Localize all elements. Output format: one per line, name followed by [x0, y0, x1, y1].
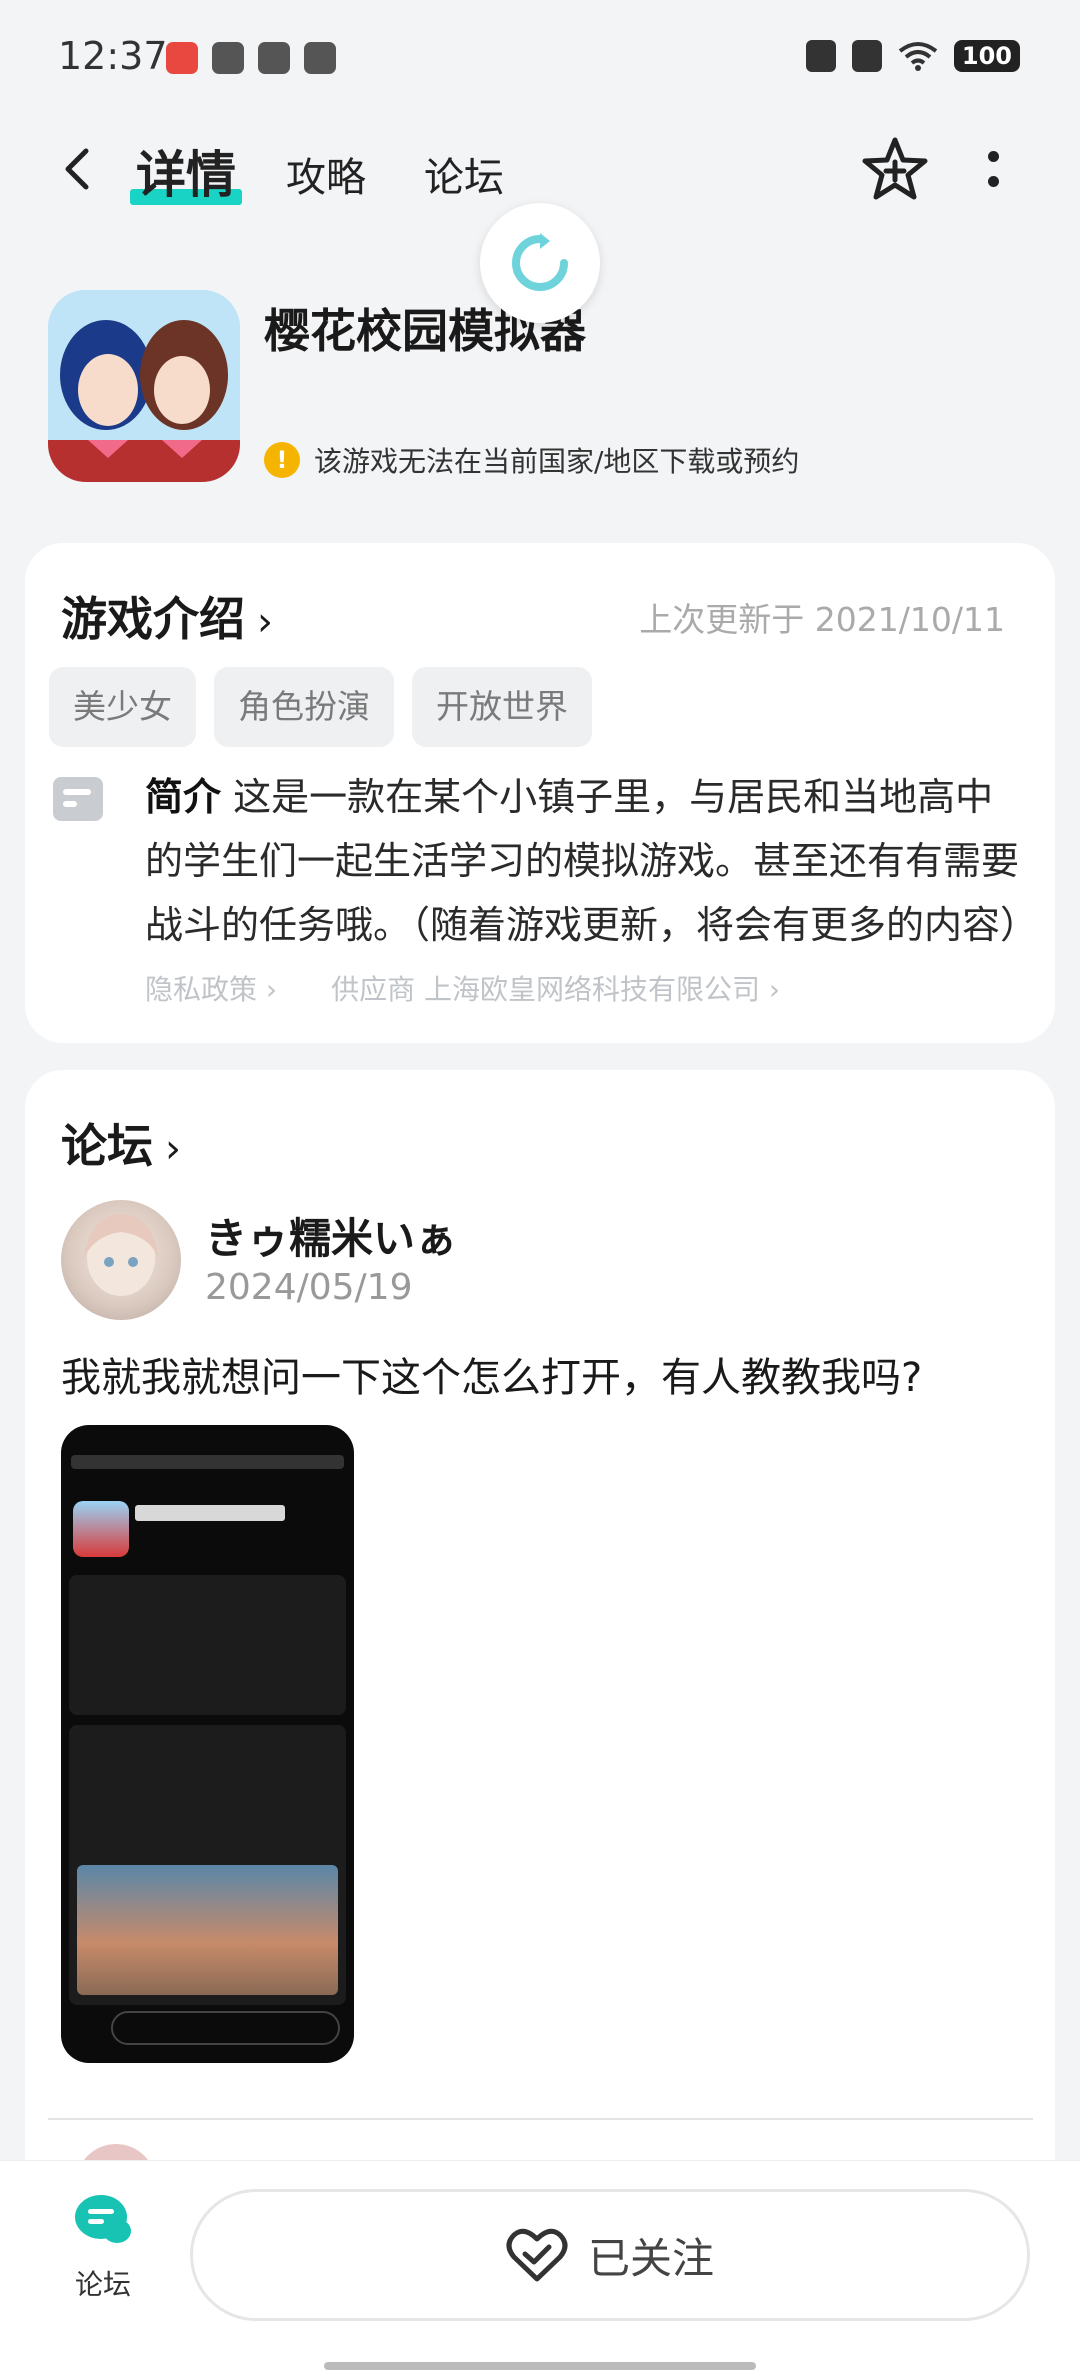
notification-icons: [166, 42, 336, 74]
star-plus-icon[interactable]: [860, 135, 930, 205]
privacy-policy-link[interactable]: 隐私政策 ›: [145, 968, 277, 1008]
forum-tab-button[interactable]: 论坛: [58, 2191, 148, 2303]
bottom-action-bar: 论坛 已关注: [0, 2160, 1080, 2376]
follow-button[interactable]: 已关注: [190, 2189, 1030, 2321]
post-image[interactable]: [61, 1425, 354, 2063]
game-intro-card: 游戏介绍 › 上次更新于 2021/10/11 美少女 角色扮演 开放世界 简介 …: [25, 543, 1055, 1043]
status-bar: 12:37 100: [0, 0, 1080, 115]
chevron-right-icon: ›: [257, 599, 273, 645]
back-arrow-icon[interactable]: [56, 145, 104, 193]
post-date: 2024/05/19: [205, 1267, 413, 1308]
app-notification-icon: [166, 42, 198, 74]
tab-forum[interactable]: 论坛: [424, 145, 504, 203]
post-author[interactable]: きゥ糯米いぁ: [205, 1205, 457, 1266]
system-icons: 100: [805, 40, 1020, 72]
more-vertical-icon[interactable]: [986, 151, 1000, 195]
battery-icon: 100: [953, 40, 1020, 72]
bear-notification-icon: [212, 42, 244, 74]
game-description[interactable]: 简介 这是一款在某个小镇子里，与居民和当地高中的学生们一起生活学习的模拟游戏。甚…: [145, 765, 1025, 957]
tag-list: 美少女 角色扮演 开放世界: [49, 667, 592, 747]
intro-links: 隐私政策 › 供应商 上海欧皇网络科技有限公司 ›: [145, 968, 780, 1008]
intro-title: 游戏介绍: [61, 592, 245, 646]
tab-details[interactable]: 详情: [130, 135, 242, 207]
status-time: 12:37: [58, 34, 168, 78]
tag-item[interactable]: 角色扮演: [214, 667, 394, 747]
tag-item[interactable]: 开放世界: [412, 667, 592, 747]
game-icon: [48, 290, 240, 482]
region-notice: ! 该游戏无法在当前国家/地区下载或预约: [264, 440, 799, 480]
tag-item[interactable]: 美少女: [49, 667, 196, 747]
post-text[interactable]: 我就我就想问一下这个怎么打开，有人教教我吗?: [61, 1345, 922, 1403]
leaf-notification-icon: [258, 42, 290, 74]
info-icon: !: [264, 442, 300, 478]
intro-section-header[interactable]: 游戏介绍 ›: [61, 583, 273, 649]
forum-title: 论坛: [61, 1119, 153, 1173]
supplier-link[interactable]: 供应商 上海欧皇网络科技有限公司 ›: [331, 968, 780, 1008]
avatar[interactable]: [61, 1200, 181, 1320]
post-divider: [48, 2118, 1033, 2120]
chevron-right-icon: ›: [165, 1126, 181, 1172]
refresh-button[interactable]: [480, 203, 600, 323]
description-icon: [53, 777, 103, 821]
region-notice-text: 该游戏无法在当前国家/地区下载或预约: [314, 445, 800, 478]
chat-bubble-icon: [75, 2195, 131, 2243]
update-time: 上次更新于 2021/10/11: [639, 600, 1005, 639]
wifi-icon: [898, 42, 938, 71]
tab-guides[interactable]: 攻略: [286, 145, 366, 203]
refresh-icon: [512, 233, 568, 291]
description-label: 简介: [145, 775, 222, 819]
forum-section-header[interactable]: 论坛 ›: [61, 1110, 181, 1176]
home-indicator[interactable]: [324, 2362, 756, 2370]
forum-tab-label: 论坛: [74, 2268, 131, 2301]
x-icon: [851, 40, 882, 72]
heart-check-icon: [506, 2228, 568, 2282]
follow-label: 已关注: [587, 2233, 714, 2283]
description-text: 这是一款在某个小镇子里，与居民和当地高中的学生们一起生活学习的模拟游戏。甚至还有…: [145, 775, 1025, 947]
message-notification-icon: [304, 42, 336, 74]
mute-icon: [805, 40, 836, 72]
